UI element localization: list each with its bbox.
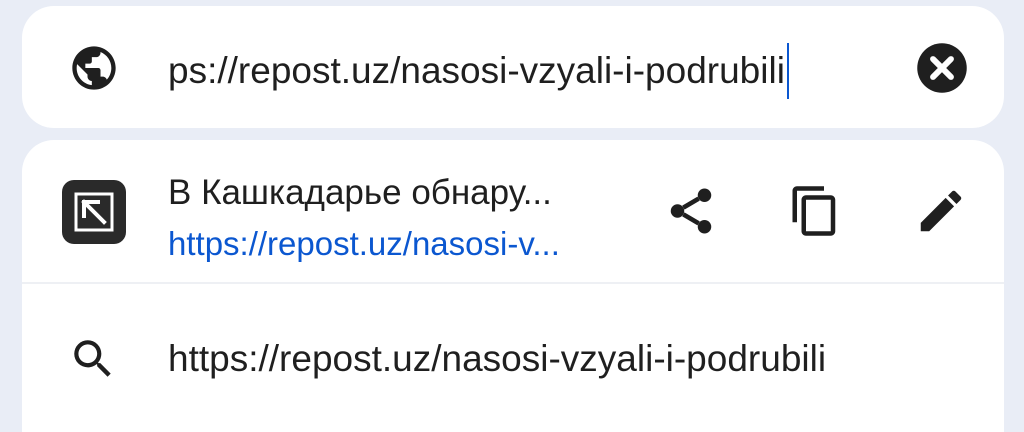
suggestion-url[interactable]: https://repost.uz/nasosi-v... xyxy=(168,222,638,266)
url-input[interactable]: ps://repost.uz/nasosi-vzyali-i-podrubili xyxy=(168,43,889,99)
clear-button[interactable] xyxy=(915,41,969,95)
share-button[interactable] xyxy=(664,184,718,238)
copy-icon xyxy=(792,186,836,236)
edit-icon xyxy=(920,190,962,232)
globe-icon xyxy=(68,42,120,94)
edit-button[interactable] xyxy=(914,184,968,238)
text-caret xyxy=(786,43,789,99)
copy-button[interactable] xyxy=(788,184,842,238)
divider xyxy=(22,282,1004,284)
suggestion-title[interactable]: В Кашкадарье обнару... xyxy=(168,170,638,216)
search-icon xyxy=(68,334,118,384)
search-suggestion[interactable]: https://repost.uz/nasosi-vzyali-i-podrub… xyxy=(168,334,998,384)
arrow-up-left-icon[interactable] xyxy=(62,180,126,244)
url-input-text: ps://repost.uz/nasosi-vzyali-i-podrubili xyxy=(168,50,785,91)
clear-icon xyxy=(917,43,967,93)
share-icon xyxy=(670,188,712,234)
